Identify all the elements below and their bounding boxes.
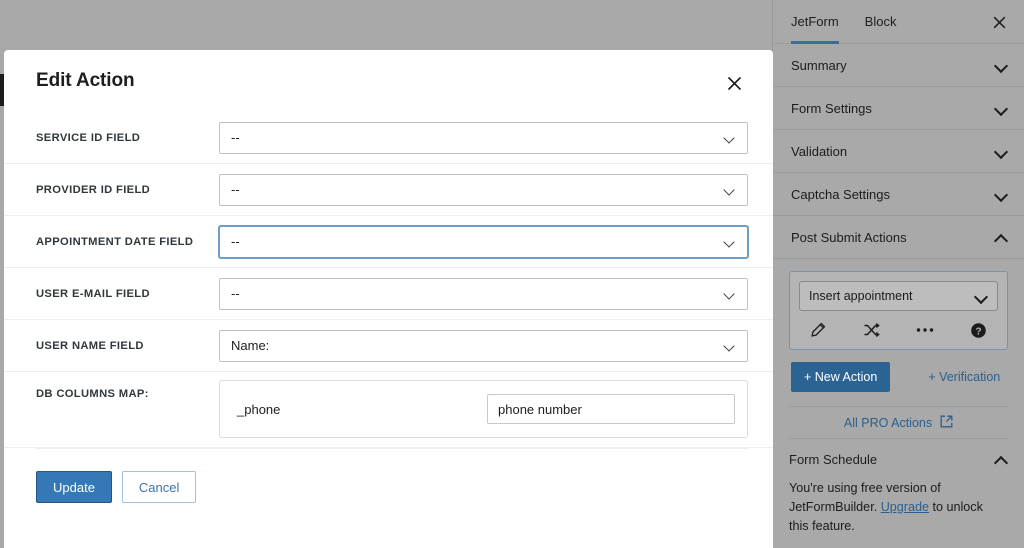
sidebar-item-post-submit-actions[interactable]: Post Submit Actions bbox=[773, 216, 1024, 259]
db-column-value-input[interactable]: phone number bbox=[487, 394, 735, 424]
chevron-down-icon bbox=[994, 101, 1008, 115]
page-edge-sliver bbox=[0, 74, 4, 106]
sidebar-tabs: JetForm Block bbox=[773, 0, 1024, 44]
field-row-service-id: SERVICE ID FIELD -- bbox=[4, 112, 773, 164]
cancel-button[interactable]: Cancel bbox=[121, 471, 197, 503]
user-name-field-select[interactable]: Name: bbox=[219, 329, 748, 362]
field-row-db-columns-map: DB COLUMNS MAP: _phone phone number bbox=[4, 372, 773, 448]
pencil-icon[interactable] bbox=[808, 320, 828, 340]
modal-footer: Update Cancel bbox=[36, 448, 748, 503]
tab-block-label: Block bbox=[864, 14, 897, 29]
action-card: Insert appointment ? bbox=[789, 271, 1008, 350]
chevron-down-icon bbox=[723, 287, 736, 300]
all-pro-actions-label: All PRO Actions bbox=[843, 415, 933, 430]
sidebar-item-captcha-settings[interactable]: Captcha Settings bbox=[773, 173, 1024, 216]
sidebar-item-summary-label: Summary bbox=[791, 57, 847, 73]
user-name-field-value: Name: bbox=[231, 338, 270, 353]
field-row-provider-id: PROVIDER ID FIELD -- bbox=[4, 164, 773, 216]
screen: JetForm Block Summary Form Settings Vali… bbox=[0, 0, 1024, 548]
ellipsis-icon[interactable] bbox=[915, 320, 935, 340]
sidebar-item-validation[interactable]: Validation bbox=[773, 130, 1024, 173]
sidebar-item-form-settings[interactable]: Form Settings bbox=[773, 87, 1024, 130]
appointment-date-field-value: -- bbox=[231, 234, 240, 249]
action-type-select[interactable]: Insert appointment bbox=[799, 281, 998, 311]
field-row-user-name: USER NAME FIELD Name: bbox=[4, 320, 773, 372]
action-icon-row: ? bbox=[799, 311, 998, 343]
service-id-field-value: -- bbox=[231, 130, 240, 145]
chevron-down-icon bbox=[994, 58, 1008, 72]
action-type-value: Insert appointment bbox=[809, 289, 913, 303]
form-schedule-section: Form Schedule You're using free version … bbox=[773, 439, 1024, 536]
tab-jetform-label: JetForm bbox=[791, 14, 839, 29]
chevron-down-icon bbox=[723, 339, 736, 352]
modal-close-icon[interactable] bbox=[721, 70, 747, 96]
verification-link[interactable]: + Verification bbox=[928, 370, 1000, 384]
shuffle-icon[interactable] bbox=[862, 320, 882, 340]
post-submit-actions-body: Insert appointment ? + New Action + Veri… bbox=[773, 259, 1024, 439]
field-label-service-id: SERVICE ID FIELD bbox=[36, 131, 141, 144]
svg-text:?: ? bbox=[976, 326, 982, 337]
sidebar-item-summary[interactable]: Summary bbox=[773, 44, 1024, 87]
upgrade-link[interactable]: Upgrade bbox=[881, 500, 929, 514]
sidebar-item-form-schedule-label: Form Schedule bbox=[789, 451, 878, 467]
sidebar-item-post-submit-actions-label: Post Submit Actions bbox=[791, 229, 907, 245]
field-label-db-columns-map: DB COLUMNS MAP: bbox=[36, 388, 149, 400]
chevron-down-icon bbox=[723, 235, 736, 248]
new-action-button[interactable]: + New Action bbox=[791, 362, 891, 392]
chevron-down-icon bbox=[974, 289, 988, 303]
chevron-down-icon bbox=[994, 187, 1008, 201]
chevron-down-icon bbox=[723, 131, 736, 144]
field-label-appointment-date: APPOINTMENT DATE FIELD bbox=[36, 235, 194, 248]
sidebar-item-form-settings-label: Form Settings bbox=[791, 100, 872, 116]
provider-id-field-select[interactable]: -- bbox=[219, 173, 748, 206]
sidebar-close-icon[interactable] bbox=[988, 11, 1010, 33]
service-id-field-select[interactable]: -- bbox=[219, 121, 748, 154]
db-column-key: _phone bbox=[237, 401, 281, 417]
chevron-up-icon bbox=[994, 452, 1008, 466]
modal-body: SERVICE ID FIELD -- PROVIDER ID FIELD --… bbox=[4, 112, 773, 503]
update-button[interactable]: Update bbox=[36, 471, 112, 503]
chevron-down-icon bbox=[723, 183, 736, 196]
field-label-user-name: USER NAME FIELD bbox=[36, 339, 144, 352]
modal-header: Edit Action bbox=[4, 50, 773, 112]
action-buttons-row: + New Action + Verification bbox=[789, 362, 1008, 392]
provider-id-field-value: -- bbox=[231, 182, 240, 197]
modal-title: Edit Action bbox=[36, 70, 135, 91]
db-columns-map-box: _phone phone number bbox=[219, 380, 748, 438]
chevron-up-icon bbox=[994, 230, 1008, 244]
edit-action-modal: Edit Action SERVICE ID FIELD -- PROVIDER… bbox=[4, 50, 773, 548]
sidebar-item-form-schedule[interactable]: Form Schedule bbox=[789, 439, 1008, 479]
help-icon[interactable]: ? bbox=[969, 320, 989, 340]
field-label-provider-id: PROVIDER ID FIELD bbox=[36, 183, 151, 196]
user-email-field-value: -- bbox=[231, 286, 240, 301]
editor-sidebar: JetForm Block Summary Form Settings Vali… bbox=[772, 0, 1024, 548]
field-row-user-email: USER E-MAIL FIELD -- bbox=[4, 268, 773, 320]
field-row-appointment-date: APPOINTMENT DATE FIELD -- bbox=[4, 216, 773, 268]
free-version-notice: You're using free version of JetFormBuil… bbox=[789, 479, 1008, 536]
field-label-user-email: USER E-MAIL FIELD bbox=[36, 287, 150, 300]
tab-block[interactable]: Block bbox=[865, 0, 897, 44]
chevron-down-icon bbox=[994, 144, 1008, 158]
sidebar-item-captcha-settings-label: Captcha Settings bbox=[791, 186, 891, 202]
tab-jetform[interactable]: JetForm bbox=[791, 0, 839, 44]
appointment-date-field-select[interactable]: -- bbox=[219, 225, 748, 258]
user-email-field-select[interactable]: -- bbox=[219, 277, 748, 310]
sidebar-item-validation-label: Validation bbox=[791, 143, 848, 159]
external-link-icon bbox=[940, 415, 953, 431]
all-pro-actions-link[interactable]: All PRO Actions bbox=[789, 406, 1008, 439]
